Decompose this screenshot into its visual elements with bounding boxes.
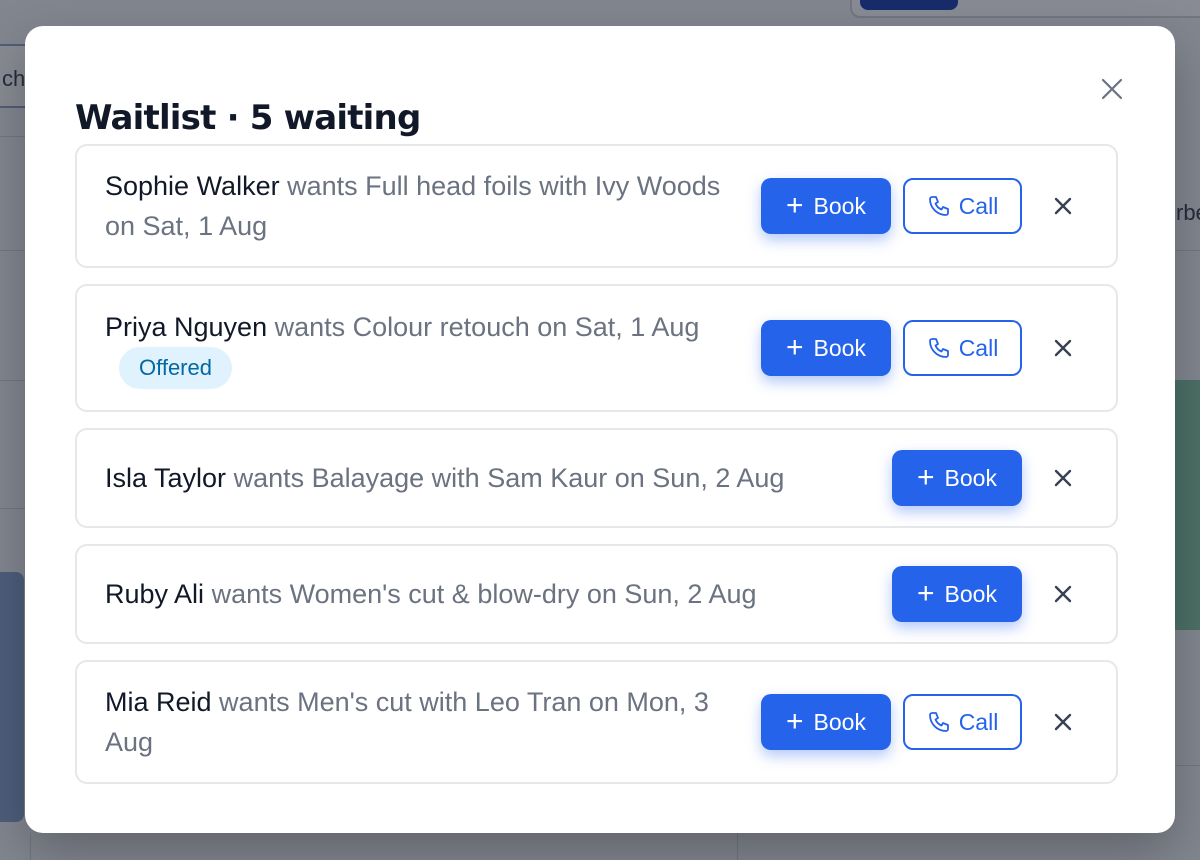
call-button[interactable]: Call xyxy=(903,178,1022,234)
dismiss-button[interactable] xyxy=(1050,465,1076,491)
modal-title: Waitlist · 5 waiting xyxy=(75,98,421,138)
close-icon xyxy=(1054,585,1072,603)
book-label: Book xyxy=(813,708,866,735)
book-button[interactable]: + Book xyxy=(761,694,891,750)
close-icon xyxy=(1054,197,1072,215)
request-details: wants Women's cut & blow-dry on Sun, 2 A… xyxy=(204,579,757,609)
request-details: wants Colour retouch on Sat, 1 Aug xyxy=(267,311,700,342)
status-badge: Offered xyxy=(119,347,232,390)
dismiss-button[interactable] xyxy=(1050,193,1076,219)
client-name: Mia Reid xyxy=(105,687,212,717)
plus-icon: + xyxy=(917,577,935,610)
close-button[interactable] xyxy=(1099,76,1125,102)
close-icon xyxy=(1054,713,1072,731)
call-button[interactable]: Call xyxy=(903,694,1022,750)
book-label: Book xyxy=(944,464,997,491)
waitlist: Sophie Walker wants Full head foils with… xyxy=(75,144,1118,800)
client-name: Priya Nguyen xyxy=(105,311,268,342)
waitlist-item-text: Mia Reid wants Men's cut with Leo Tran o… xyxy=(105,682,761,762)
close-icon xyxy=(1101,78,1123,100)
item-actions: + Book xyxy=(892,566,1076,622)
client-name: Sophie Walker xyxy=(105,171,280,201)
plus-icon: + xyxy=(786,331,804,364)
waitlist-item: Sophie Walker wants Full head foils with… xyxy=(75,144,1118,268)
phone-icon xyxy=(928,196,949,216)
book-button[interactable]: + Book xyxy=(761,178,891,234)
plus-icon: + xyxy=(917,461,935,494)
waitlist-item: Ruby Ali wants Women's cut & blow-dry on… xyxy=(75,544,1118,644)
call-label: Call xyxy=(958,708,999,735)
waitlist-item: Mia Reid wants Men's cut with Leo Tran o… xyxy=(75,660,1118,784)
item-actions: + Book Call xyxy=(761,178,1076,234)
item-actions: + Book Call xyxy=(761,320,1076,376)
call-button[interactable]: Call xyxy=(903,320,1022,376)
waitlist-modal: Waitlist · 5 waiting Sophie Walker wants… xyxy=(25,26,1175,833)
phone-icon xyxy=(928,338,949,358)
client-name: Ruby Ali xyxy=(105,579,205,609)
plus-icon: + xyxy=(786,705,804,738)
waitlist-item-text: Sophie Walker wants Full head foils with… xyxy=(105,166,761,246)
book-label: Book xyxy=(944,580,997,607)
item-actions: + Book Call xyxy=(761,694,1076,750)
waitlist-item-text: Ruby Ali wants Women's cut & blow-dry on… xyxy=(105,574,892,614)
book-label: Book xyxy=(813,192,866,219)
book-button[interactable]: + Book xyxy=(892,450,1022,506)
waitlist-item: Isla Taylor wants Balayage with Sam Kaur… xyxy=(75,428,1118,528)
waitlist-item-text: Isla Taylor wants Balayage with Sam Kaur… xyxy=(105,458,892,498)
phone-icon xyxy=(928,712,949,732)
request-details: wants Balayage with Sam Kaur on Sun, 2 A… xyxy=(226,463,785,493)
dismiss-button[interactable] xyxy=(1050,335,1076,361)
book-button[interactable]: + Book xyxy=(761,320,891,376)
book-button[interactable]: + Book xyxy=(892,566,1022,622)
book-label: Book xyxy=(813,334,866,361)
item-actions: + Book xyxy=(892,450,1076,506)
client-name: Isla Taylor xyxy=(105,463,227,493)
dismiss-button[interactable] xyxy=(1050,581,1076,607)
dismiss-button[interactable] xyxy=(1050,709,1076,735)
close-icon xyxy=(1054,339,1072,357)
call-label: Call xyxy=(958,192,999,219)
waitlist-item-text: Priya Nguyen wants Colour retouch on Sat… xyxy=(105,307,761,390)
waitlist-item: Priya Nguyen wants Colour retouch on Sat… xyxy=(75,284,1118,412)
plus-icon: + xyxy=(786,189,804,222)
close-icon xyxy=(1054,469,1072,487)
call-label: Call xyxy=(958,334,999,361)
